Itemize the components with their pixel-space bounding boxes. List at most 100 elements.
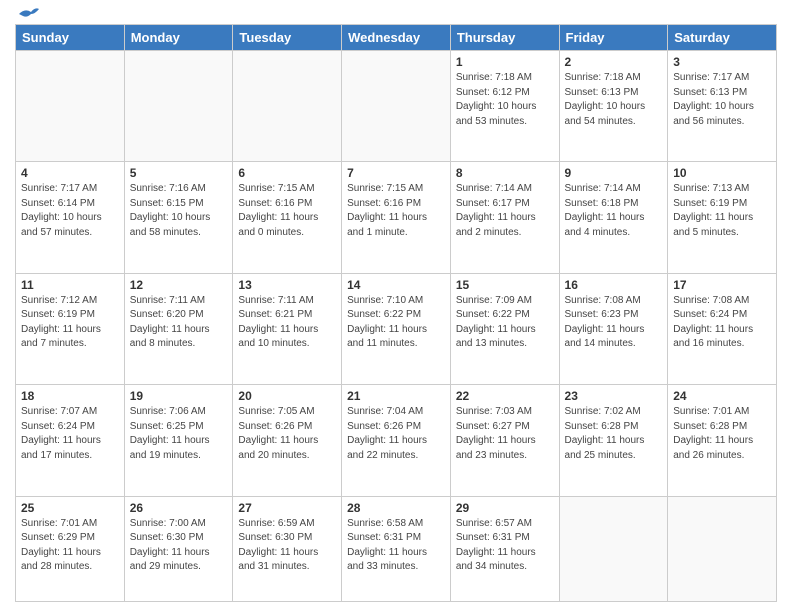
- day-number: 14: [347, 278, 445, 292]
- day-number: 15: [456, 278, 554, 292]
- calendar-cell: 5 Sunrise: 7:16 AM Sunset: 6:15 PM Daylig…: [124, 162, 233, 273]
- day-info: Sunrise: 7:03 AM Sunset: 6:27 PM Dayligh…: [456, 405, 554, 463]
- day-of-week-wednesday: Wednesday: [342, 25, 451, 51]
- calendar-cell: 11 Sunrise: 7:12 AM Sunset: 6:19 PM Dayli…: [16, 273, 125, 384]
- day-number: 3: [673, 55, 771, 69]
- day-info: Sunrise: 7:07 AM Sunset: 6:24 PM Dayligh…: [21, 405, 119, 463]
- calendar-cell: [16, 51, 125, 162]
- day-info: Sunrise: 7:16 AM Sunset: 6:15 PM Dayligh…: [130, 182, 228, 240]
- day-info: Sunrise: 7:14 AM Sunset: 6:18 PM Dayligh…: [565, 182, 663, 240]
- day-info: Sunrise: 7:02 AM Sunset: 6:28 PM Dayligh…: [565, 405, 663, 463]
- day-info: Sunrise: 7:12 AM Sunset: 6:19 PM Dayligh…: [21, 294, 119, 352]
- calendar-cell: 1 Sunrise: 7:18 AM Sunset: 6:12 PM Daylig…: [450, 51, 559, 162]
- calendar-cell: 8 Sunrise: 7:14 AM Sunset: 6:17 PM Daylig…: [450, 162, 559, 273]
- calendar-cell: 20 Sunrise: 7:05 AM Sunset: 6:26 PM Dayli…: [233, 385, 342, 496]
- calendar-week-4: 18Sunrise: 7:07 AM Sunset: 6:24 PM Dayli…: [16, 385, 777, 496]
- day-number: 28: [347, 501, 445, 515]
- calendar-week-3: 11 Sunrise: 7:12 AM Sunset: 6:19 PM Dayli…: [16, 273, 777, 384]
- day-number: 24: [673, 389, 771, 403]
- day-number: 21: [347, 389, 445, 403]
- day-info: Sunrise: 6:57 AM Sunset: 6:31 PM Dayligh…: [456, 517, 554, 575]
- day-number: 29: [456, 501, 554, 515]
- day-number: 22: [456, 389, 554, 403]
- calendar-cell: [559, 496, 668, 601]
- calendar-cell: 9 Sunrise: 7:14 AM Sunset: 6:18 PM Daylig…: [559, 162, 668, 273]
- day-number: 4: [21, 166, 119, 180]
- day-of-week-friday: Friday: [559, 25, 668, 51]
- day-info: Sunrise: 7:04 AM Sunset: 6:26 PM Dayligh…: [347, 405, 445, 463]
- day-of-week-saturday: Saturday: [668, 25, 777, 51]
- logo-bird-icon: [17, 6, 39, 22]
- calendar-page: SundayMondayTuesdayWednesdayThursdayFrid…: [0, 0, 792, 612]
- calendar-header-row: SundayMondayTuesdayWednesdayThursdayFrid…: [16, 25, 777, 51]
- day-info: Sunrise: 7:18 AM Sunset: 6:13 PM Dayligh…: [565, 71, 663, 129]
- calendar-cell: [342, 51, 451, 162]
- calendar-cell: 28 Sunrise: 6:58 AM Sunset: 6:31 PM Dayli…: [342, 496, 451, 601]
- day-info: Sunrise: 6:58 AM Sunset: 6:31 PM Dayligh…: [347, 517, 445, 575]
- day-number: 23: [565, 389, 663, 403]
- day-number: 11: [21, 278, 119, 292]
- day-info: Sunrise: 7:08 AM Sunset: 6:24 PM Dayligh…: [673, 294, 771, 352]
- day-info: Sunrise: 7:00 AM Sunset: 6:30 PM Dayligh…: [130, 517, 228, 575]
- day-of-week-tuesday: Tuesday: [233, 25, 342, 51]
- calendar-cell: 13Sunrise: 7:11 AM Sunset: 6:21 PM Dayli…: [233, 273, 342, 384]
- calendar-cell: 3 Sunrise: 7:17 AM Sunset: 6:13 PM Daylig…: [668, 51, 777, 162]
- calendar-cell: 19Sunrise: 7:06 AM Sunset: 6:25 PM Dayli…: [124, 385, 233, 496]
- calendar-cell: 24 Sunrise: 7:01 AM Sunset: 6:28 PM Dayli…: [668, 385, 777, 496]
- calendar-cell: 18Sunrise: 7:07 AM Sunset: 6:24 PM Dayli…: [16, 385, 125, 496]
- day-info: Sunrise: 7:01 AM Sunset: 6:28 PM Dayligh…: [673, 405, 771, 463]
- calendar-week-5: 25 Sunrise: 7:01 AM Sunset: 6:29 PM Dayli…: [16, 496, 777, 601]
- calendar-cell: 29 Sunrise: 6:57 AM Sunset: 6:31 PM Dayli…: [450, 496, 559, 601]
- day-info: Sunrise: 7:14 AM Sunset: 6:17 PM Dayligh…: [456, 182, 554, 240]
- day-info: Sunrise: 7:13 AM Sunset: 6:19 PM Dayligh…: [673, 182, 771, 240]
- day-info: Sunrise: 7:10 AM Sunset: 6:22 PM Dayligh…: [347, 294, 445, 352]
- calendar-week-1: 1 Sunrise: 7:18 AM Sunset: 6:12 PM Daylig…: [16, 51, 777, 162]
- calendar-cell: 21 Sunrise: 7:04 AM Sunset: 6:26 PM Dayli…: [342, 385, 451, 496]
- calendar-cell: 15 Sunrise: 7:09 AM Sunset: 6:22 PM Dayli…: [450, 273, 559, 384]
- calendar-cell: 27 Sunrise: 6:59 AM Sunset: 6:30 PM Dayli…: [233, 496, 342, 601]
- calendar-cell: 23 Sunrise: 7:02 AM Sunset: 6:28 PM Dayli…: [559, 385, 668, 496]
- day-info: Sunrise: 7:09 AM Sunset: 6:22 PM Dayligh…: [456, 294, 554, 352]
- calendar-cell: 4Sunrise: 7:17 AM Sunset: 6:14 PM Daylig…: [16, 162, 125, 273]
- calendar-table: SundayMondayTuesdayWednesdayThursdayFrid…: [15, 24, 777, 602]
- calendar-cell: 12Sunrise: 7:11 AM Sunset: 6:20 PM Dayli…: [124, 273, 233, 384]
- calendar-cell: 25 Sunrise: 7:01 AM Sunset: 6:29 PM Dayli…: [16, 496, 125, 601]
- calendar-cell: [124, 51, 233, 162]
- day-info: Sunrise: 7:17 AM Sunset: 6:13 PM Dayligh…: [673, 71, 771, 129]
- calendar-cell: 16Sunrise: 7:08 AM Sunset: 6:23 PM Dayli…: [559, 273, 668, 384]
- calendar-cell: 6 Sunrise: 7:15 AM Sunset: 6:16 PM Daylig…: [233, 162, 342, 273]
- day-info: Sunrise: 7:15 AM Sunset: 6:16 PM Dayligh…: [238, 182, 336, 240]
- day-info: Sunrise: 7:05 AM Sunset: 6:26 PM Dayligh…: [238, 405, 336, 463]
- day-number: 19: [130, 389, 228, 403]
- calendar-week-2: 4Sunrise: 7:17 AM Sunset: 6:14 PM Daylig…: [16, 162, 777, 273]
- day-number: 12: [130, 278, 228, 292]
- day-number: 2: [565, 55, 663, 69]
- calendar-cell: 10Sunrise: 7:13 AM Sunset: 6:19 PM Dayli…: [668, 162, 777, 273]
- day-number: 20: [238, 389, 336, 403]
- day-info: Sunrise: 7:11 AM Sunset: 6:21 PM Dayligh…: [238, 294, 336, 352]
- logo: [15, 10, 39, 18]
- day-number: 17: [673, 278, 771, 292]
- day-number: 1: [456, 55, 554, 69]
- day-number: 16: [565, 278, 663, 292]
- day-number: 25: [21, 501, 119, 515]
- day-number: 27: [238, 501, 336, 515]
- day-number: 7: [347, 166, 445, 180]
- day-of-week-thursday: Thursday: [450, 25, 559, 51]
- calendar-cell: [233, 51, 342, 162]
- day-of-week-sunday: Sunday: [16, 25, 125, 51]
- calendar-cell: 22 Sunrise: 7:03 AM Sunset: 6:27 PM Dayli…: [450, 385, 559, 496]
- day-info: Sunrise: 6:59 AM Sunset: 6:30 PM Dayligh…: [238, 517, 336, 575]
- day-number: 6: [238, 166, 336, 180]
- day-number: 8: [456, 166, 554, 180]
- day-info: Sunrise: 7:01 AM Sunset: 6:29 PM Dayligh…: [21, 517, 119, 575]
- calendar-cell: 17 Sunrise: 7:08 AM Sunset: 6:24 PM Dayli…: [668, 273, 777, 384]
- day-info: Sunrise: 7:15 AM Sunset: 6:16 PM Dayligh…: [347, 182, 445, 240]
- header: [15, 10, 777, 18]
- calendar-cell: 7 Sunrise: 7:15 AM Sunset: 6:16 PM Daylig…: [342, 162, 451, 273]
- day-number: 9: [565, 166, 663, 180]
- day-number: 5: [130, 166, 228, 180]
- day-info: Sunrise: 7:18 AM Sunset: 6:12 PM Dayligh…: [456, 71, 554, 129]
- calendar-cell: 2 Sunrise: 7:18 AM Sunset: 6:13 PM Daylig…: [559, 51, 668, 162]
- calendar-cell: [668, 496, 777, 601]
